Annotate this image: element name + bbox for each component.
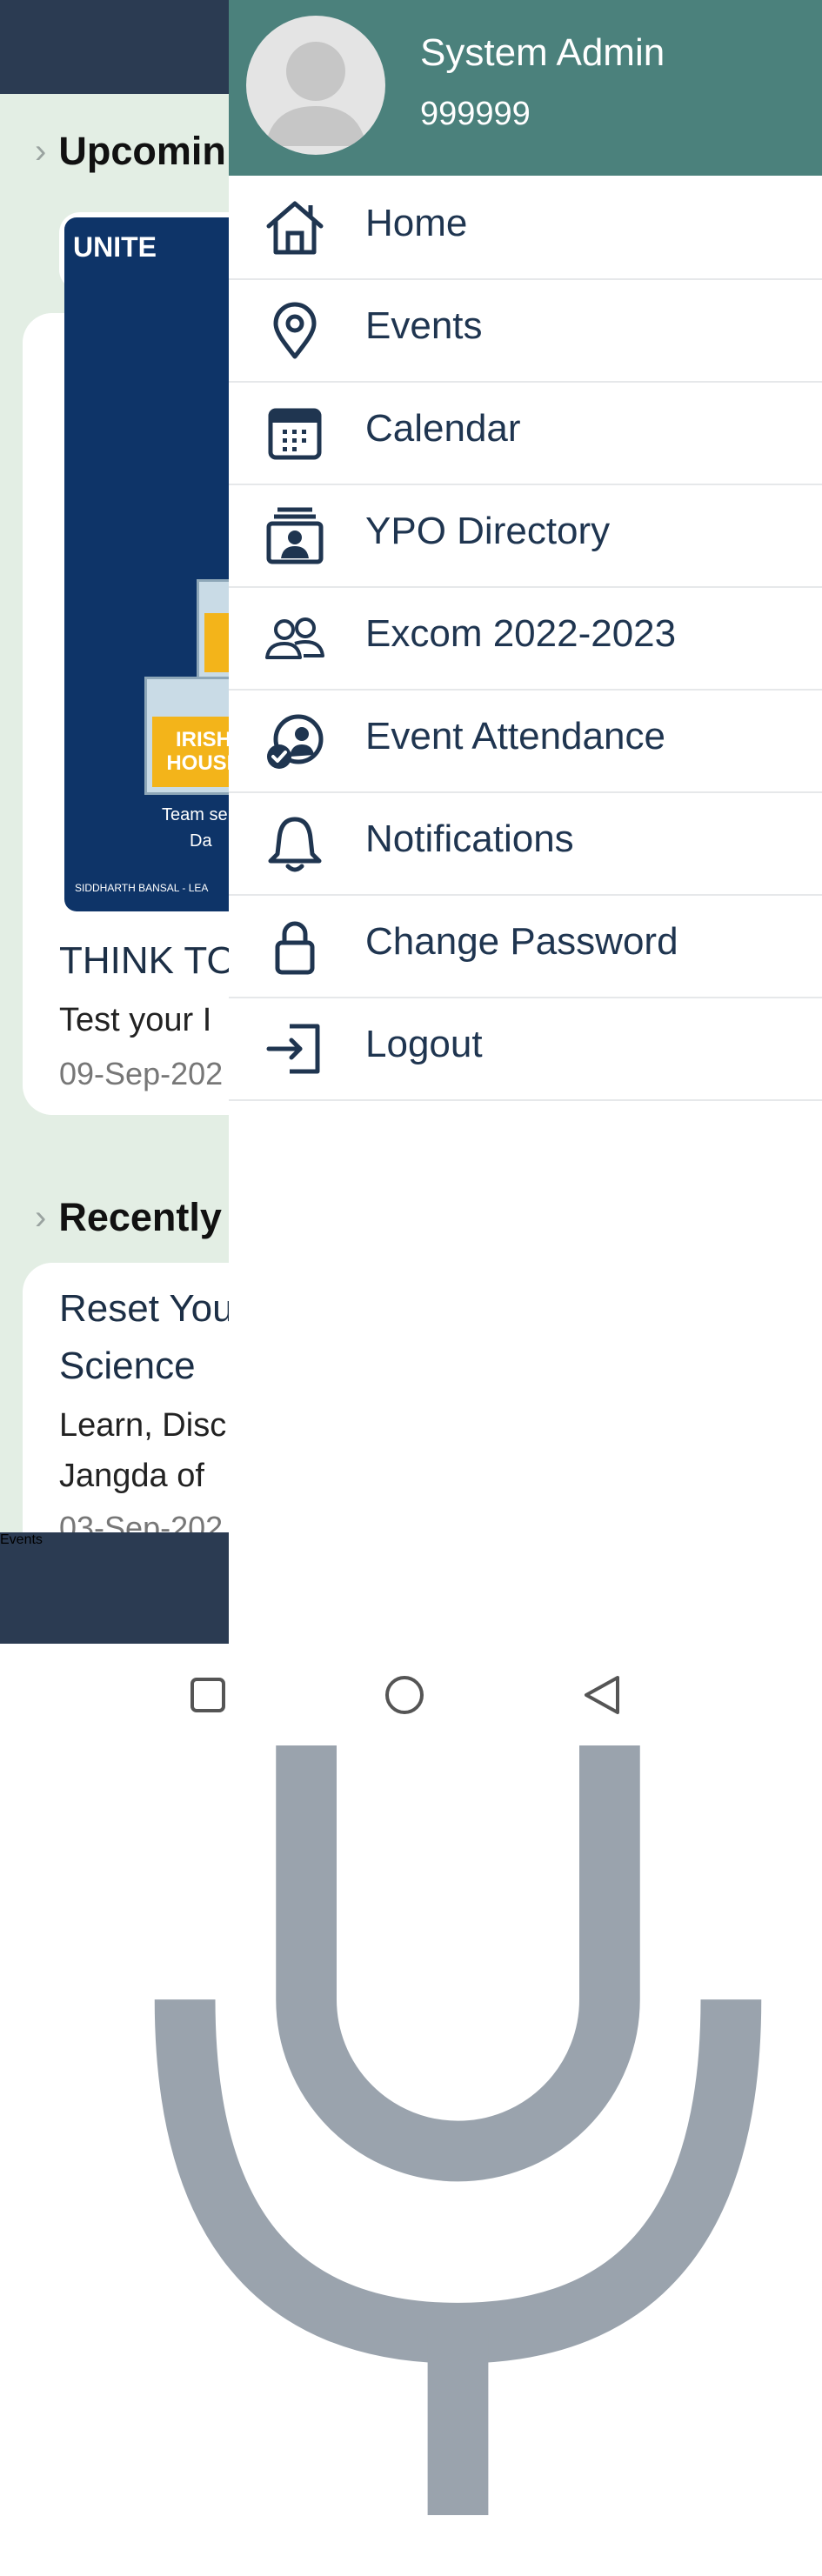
menu-item-events[interactable]: Events	[229, 278, 822, 383]
recent-event-desc-line1: Learn, Disc	[59, 1407, 227, 1444]
menu-item-ypo-directory[interactable]: YPO Directory	[229, 484, 822, 588]
user-id: 999999	[420, 96, 531, 132]
menu-item-label: Change Password	[365, 920, 678, 963]
upcoming-event-title: THINK TO	[59, 939, 237, 982]
menu-item-event-attendance[interactable]: Event Attendance	[229, 689, 822, 793]
menu-item-change-password[interactable]: Change Password	[229, 894, 822, 998]
default-avatar-icon	[265, 42, 366, 146]
location-pin-icon	[273, 302, 317, 359]
contact-directory-icon	[266, 507, 324, 564]
menu-item-label: YPO Directory	[365, 510, 611, 552]
bell-icon	[268, 817, 322, 872]
section-recent-title: Recently	[58, 1195, 222, 1239]
menu-item-label: Events	[365, 304, 483, 347]
home-circle-icon[interactable]	[384, 1675, 424, 1715]
menu-item-label: Logout	[365, 1023, 483, 1065]
section-upcoming-title: Upcomin	[58, 129, 226, 173]
recent-event-title-line1: Reset You	[59, 1287, 234, 1330]
menu-item-home[interactable]: Home	[229, 176, 822, 280]
home-icon	[266, 201, 324, 255]
recents-square-icon[interactable]	[190, 1677, 226, 1713]
people-group-icon	[265, 617, 324, 659]
chevron-right-icon: ›	[35, 1198, 47, 1237]
upcoming-event-subtitle: Test your I	[59, 1002, 212, 1038]
recent-event-desc-line2: Jangda of	[59, 1458, 204, 1494]
recent-event-title-line2: Science	[59, 1345, 196, 1387]
section-upcoming-header[interactable]: › Upcomin	[35, 129, 226, 174]
user-avatar[interactable]	[246, 16, 385, 155]
menu-item-calendar[interactable]: Calendar	[229, 381, 822, 485]
user-name: System Admin	[420, 31, 665, 74]
logout-icon	[266, 1024, 320, 1074]
poster-logo: UNITE	[73, 231, 157, 263]
menu-item-label: Event Attendance	[365, 715, 665, 757]
menu-item-excom[interactable]: Excom 2022-2023	[229, 586, 822, 691]
menu-item-label: Excom 2022-2023	[365, 612, 677, 655]
upcoming-event-date: 09-Sep-202	[59, 1056, 224, 1091]
chevron-right-icon: ›	[35, 132, 47, 170]
attendance-check-icon	[267, 714, 324, 769]
menu-item-logout[interactable]: Logout	[229, 997, 822, 1101]
menu-item-notifications[interactable]: Notifications	[229, 791, 822, 896]
section-recent-header[interactable]: › Recently	[35, 1195, 222, 1240]
lock-icon	[275, 921, 315, 975]
calendar-icon	[268, 408, 322, 460]
back-triangle-icon[interactable]	[583, 1675, 621, 1715]
menu-item-label: Home	[365, 202, 468, 244]
menu-item-label: Calendar	[365, 407, 521, 450]
poster-team-text: Team se Da	[162, 805, 228, 851]
menu-item-label: Notifications	[365, 818, 574, 860]
poster-footer: SIDDHARTH BANSAL - LEA	[75, 882, 209, 894]
